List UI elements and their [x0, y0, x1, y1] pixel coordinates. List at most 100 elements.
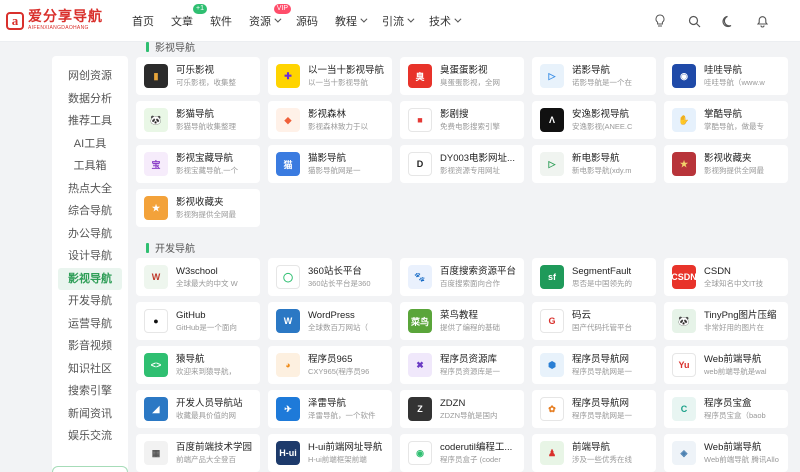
sidebar-item[interactable]: 影音视频: [58, 335, 122, 358]
site-card[interactable]: ◢ 开发人员导航站 收藏最具价值的网: [136, 390, 260, 428]
site-card[interactable]: Λ 安逸影视导航 安逸影视(ANEE.C: [532, 101, 656, 139]
site-name: 程序员资源库: [440, 354, 498, 365]
nav-item[interactable]: 资源 VIP: [249, 3, 291, 29]
site-description: 提供了编程的基础: [440, 323, 500, 332]
site-card[interactable]: 菜鸟 菜鸟教程 提供了编程的基础: [400, 302, 524, 340]
site-card[interactable]: ▦ 百度前端技术学园 前端产品大全登百: [136, 434, 260, 472]
sidebar-item[interactable]: 办公导航: [58, 223, 122, 246]
moon-icon[interactable]: [720, 13, 736, 29]
sidebar-footer-button[interactable]: [52, 466, 128, 472]
site-card[interactable]: ◯ 360站长平台 360站长平台是360: [268, 258, 392, 296]
site-card[interactable]: ✋ 掌酷导航 掌酷导航，做最专: [664, 101, 788, 139]
site-card[interactable]: 🐼 TinyPng图片压缩 非常好用的图片在: [664, 302, 788, 340]
site-card[interactable]: ◉ 哇哇导航 哇哇导航（www.w: [664, 57, 788, 95]
nav-item[interactable]: 文章 +1: [171, 3, 207, 29]
site-logo-icon: ◉: [408, 441, 432, 465]
sidebar-item[interactable]: 影视导航: [58, 267, 122, 290]
site-logo-icon: 宝: [144, 152, 168, 176]
site-logo-icon: ■: [408, 108, 432, 132]
site-card[interactable]: ◈ Web前端导航 Web前端导航 腾讯Allo: [664, 434, 788, 472]
site-card[interactable]: CSDN CSDN 全球知名中文IT技: [664, 258, 788, 296]
site-logo-icon: 菜鸟: [408, 309, 432, 333]
sidebar-item[interactable]: 知识社区: [58, 358, 122, 381]
sidebar-item[interactable]: 网创资源: [58, 65, 122, 88]
site-card[interactable]: ◆ 影视森林 影视森林致力于以: [268, 101, 392, 139]
sidebar-item[interactable]: 运营导航: [58, 313, 122, 336]
site-card[interactable]: 🐼 影猫导航 影猫导航收集整理: [136, 101, 260, 139]
site-name: GitHub: [176, 310, 206, 321]
nav-item[interactable]: 引流: [382, 13, 415, 29]
site-card[interactable]: ▮ 可乐影视 可乐影视，收集整: [136, 57, 260, 95]
site-logo-icon: ✖: [408, 353, 432, 377]
site-card[interactable]: ★ 影视收藏夹 影视狗提供全网最: [664, 145, 788, 183]
section-title: 影视导航: [155, 43, 195, 54]
top-header: a 爱分享导航 AIFENXIANGDAOHANG 首页 文章 +1 软件 资源 VIP 源…: [0, 0, 800, 42]
sidebar-item[interactable]: 推荐工具: [58, 110, 122, 133]
site-card[interactable]: Z ZDZN ZDZN导航是国内: [400, 390, 524, 428]
sidebar-item[interactable]: AI工具: [58, 133, 122, 156]
category-sidebar: 网创资源 数据分析 推荐工具 AI工具 工具箱 热点大全 综合导航 办公导航 设计导航 影视导航开…: [52, 56, 128, 472]
site-card[interactable]: ★ 影视收藏夹 影视狗提供全网最: [136, 189, 260, 227]
sidebar-item[interactable]: 综合导航: [58, 200, 122, 223]
site-logo[interactable]: a 爱分享导航 AIFENXIANGDAOHANG: [6, 10, 124, 31]
nav-badge: +1: [193, 3, 207, 14]
site-card[interactable]: ✈ 泽雷导航 泽雷导航，一个软件: [268, 390, 392, 428]
site-name: 影视收藏夹: [176, 197, 224, 208]
nav-item-label: 教程: [335, 15, 357, 28]
nav-item[interactable]: 技术: [429, 13, 462, 29]
site-card[interactable]: Yu Web前端导航 web前端导航是wal: [664, 346, 788, 384]
site-card[interactable]: W WordPress 全球数百万网站（: [268, 302, 392, 340]
site-card[interactable]: ♟ 前端导航 涉及一些优秀在线: [532, 434, 656, 472]
search-icon[interactable]: [686, 13, 702, 29]
site-card[interactable]: H-ui H-ui前端网址导航 H-ui前端框架前端: [268, 434, 392, 472]
site-card[interactable]: ✚ 以一当十影视导航 以一当十影视导航: [268, 57, 392, 95]
site-card[interactable]: 宝影视宝藏导航 影视宝藏导航,一个: [136, 145, 260, 183]
site-card[interactable]: D DY003电影网址... 影视资源专用网址: [400, 145, 524, 183]
chevron-down-icon: [274, 15, 282, 23]
site-card[interactable]: 🐾 百度搜索资源平台 百度搜索面向合作: [400, 258, 524, 296]
site-card[interactable]: ✖ 程序员资源库 程序员资源库是一: [400, 346, 524, 384]
sidebar-item[interactable]: 新闻资讯: [58, 403, 122, 426]
sidebar-item[interactable]: 设计导航: [58, 245, 122, 268]
sidebar-item[interactable]: 数据分析: [58, 88, 122, 111]
sidebar-item[interactable]: 搜索引擎: [58, 380, 122, 403]
site-description: 百度搜索面向合作: [440, 279, 500, 288]
site-logo-icon: ▦: [144, 441, 168, 465]
nav-item[interactable]: 软件: [210, 13, 232, 29]
nav-item[interactable]: 首页: [132, 13, 154, 29]
site-description: 影猫导航收集整理: [176, 122, 236, 131]
nav-item-label: 软件: [210, 15, 232, 28]
site-card[interactable]: 猫猫影导航 猫影导航网是一: [268, 145, 392, 183]
site-name: 码云: [572, 310, 592, 321]
nav-item-label: 资源: [249, 15, 271, 28]
site-description: ZDZN导航是国内: [440, 411, 498, 420]
bulb-icon[interactable]: [652, 13, 668, 29]
nav-item[interactable]: 教程: [335, 13, 368, 29]
site-name: 影剧搜: [440, 109, 469, 120]
site-card[interactable]: 臭臭蛋蛋影视 臭蛋蛋影视，全网: [400, 57, 524, 95]
site-card[interactable]: <> 猿导航 欢迎来到猿导航，: [136, 346, 260, 384]
nav-item[interactable]: 源码: [296, 13, 318, 29]
site-card[interactable]: ◕ 程序员965 CXY965(程序员96: [268, 346, 392, 384]
site-card[interactable]: C 程序员宝盒 程序员宝盒（baob: [664, 390, 788, 428]
site-logo-icon: G: [540, 309, 564, 333]
site-card[interactable]: ● GitHub GitHub是一个面向: [136, 302, 260, 340]
sidebar-item[interactable]: 工具箱: [58, 155, 122, 178]
bell-icon[interactable]: [754, 13, 770, 29]
sidebar-item[interactable]: 开发导航: [58, 290, 122, 313]
sidebar-item[interactable]: 娱乐交流: [58, 425, 122, 448]
sidebar-item[interactable]: 热点大全: [58, 178, 122, 201]
site-card[interactable]: sf SegmentFault 思否是中国领先的: [532, 258, 656, 296]
site-card[interactable]: ▷ 诺影导航 诺影导航是一个在: [532, 57, 656, 95]
site-card[interactable]: ■ 影剧搜 免费电影搜索引擎: [400, 101, 524, 139]
site-name: Web前端导航: [704, 442, 762, 453]
site-card[interactable]: ✿ 程序员导航网 程序员导航网是一: [532, 390, 656, 428]
site-card[interactable]: G 码云 国产代码托管平台: [532, 302, 656, 340]
site-card[interactable]: ◉ coderutil编程工... 程序员盒子 (coder: [400, 434, 524, 472]
site-card[interactable]: ▷ 新电影导航 新电影导航(xdy.m: [532, 145, 656, 183]
site-card[interactable]: W W3school 全球最大的中文 W: [136, 258, 260, 296]
nav-item-label: 技术: [429, 15, 451, 28]
site-name: 开发人员导航站: [176, 398, 243, 409]
site-logo-icon: W: [276, 309, 300, 333]
site-card[interactable]: ⬢ 程序员导航网 程序员导航网是一: [532, 346, 656, 384]
